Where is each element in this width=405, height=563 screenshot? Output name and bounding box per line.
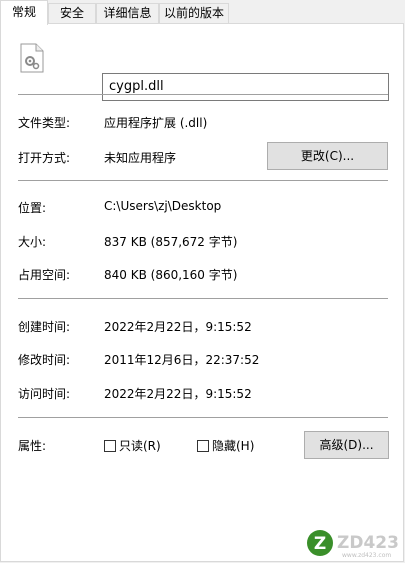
location-label: 位置: xyxy=(18,201,47,215)
file-type-label: 文件类型: xyxy=(18,116,71,130)
watermark-logo: Z ZD423 www.zd423.com xyxy=(306,528,404,559)
accessed-label: 访问时间: xyxy=(18,387,71,401)
tab-previous-versions[interactable]: 以前的版本 xyxy=(159,3,229,23)
size-value: 837 KB (857,672 字节) xyxy=(104,235,238,249)
tab-security[interactable]: 安全 xyxy=(48,3,96,23)
readonly-label[interactable]: 只读(R) xyxy=(119,437,161,454)
svg-text:www.zd423.com: www.zd423.com xyxy=(342,552,391,558)
svg-text:ZD423: ZD423 xyxy=(337,533,399,553)
svg-text:Z: Z xyxy=(314,534,326,554)
separator xyxy=(18,180,388,181)
modified-label: 修改时间: xyxy=(18,353,71,367)
advanced-button[interactable]: 高级(D)... xyxy=(304,431,389,459)
separator xyxy=(18,298,388,299)
open-with-value: 未知应用程序 xyxy=(104,151,177,165)
size-on-disk-label: 占用空间: xyxy=(18,268,71,282)
tab-general[interactable]: 常规 xyxy=(0,0,48,25)
separator xyxy=(18,94,388,95)
open-with-label: 打开方式: xyxy=(18,151,71,165)
created-label: 创建时间: xyxy=(18,320,71,334)
location-value: C:\Users\zj\Desktop xyxy=(104,199,222,213)
attributes-label: 属性: xyxy=(18,439,47,453)
size-on-disk-value: 840 KB (860,160 字节) xyxy=(104,268,238,282)
hidden-checkbox[interactable] xyxy=(197,440,209,452)
tab-details[interactable]: 详细信息 xyxy=(96,3,159,23)
hidden-label[interactable]: 隐藏(H) xyxy=(212,437,254,454)
file-type-value: 应用程序扩展 (.dll) xyxy=(104,116,208,130)
created-value: 2022年2月22日，9:15:52 xyxy=(104,320,252,334)
accessed-value: 2022年2月22日，9:15:52 xyxy=(104,387,252,401)
readonly-checkbox[interactable] xyxy=(104,440,116,452)
tab-strip: 常规 安全 详细信息 以前的版本 xyxy=(0,0,405,25)
dll-file-icon xyxy=(20,43,44,73)
size-label: 大小: xyxy=(18,235,47,249)
modified-value: 2011年12月6日，22:37:52 xyxy=(104,353,260,367)
filename-input[interactable]: cygpl.dll xyxy=(102,73,389,101)
separator xyxy=(18,417,388,418)
general-panel: cygpl.dll 文件类型: 应用程序扩展 (.dll) 打开方式: 未知应用… xyxy=(0,23,404,562)
change-button[interactable]: 更改(C)... xyxy=(267,142,388,170)
